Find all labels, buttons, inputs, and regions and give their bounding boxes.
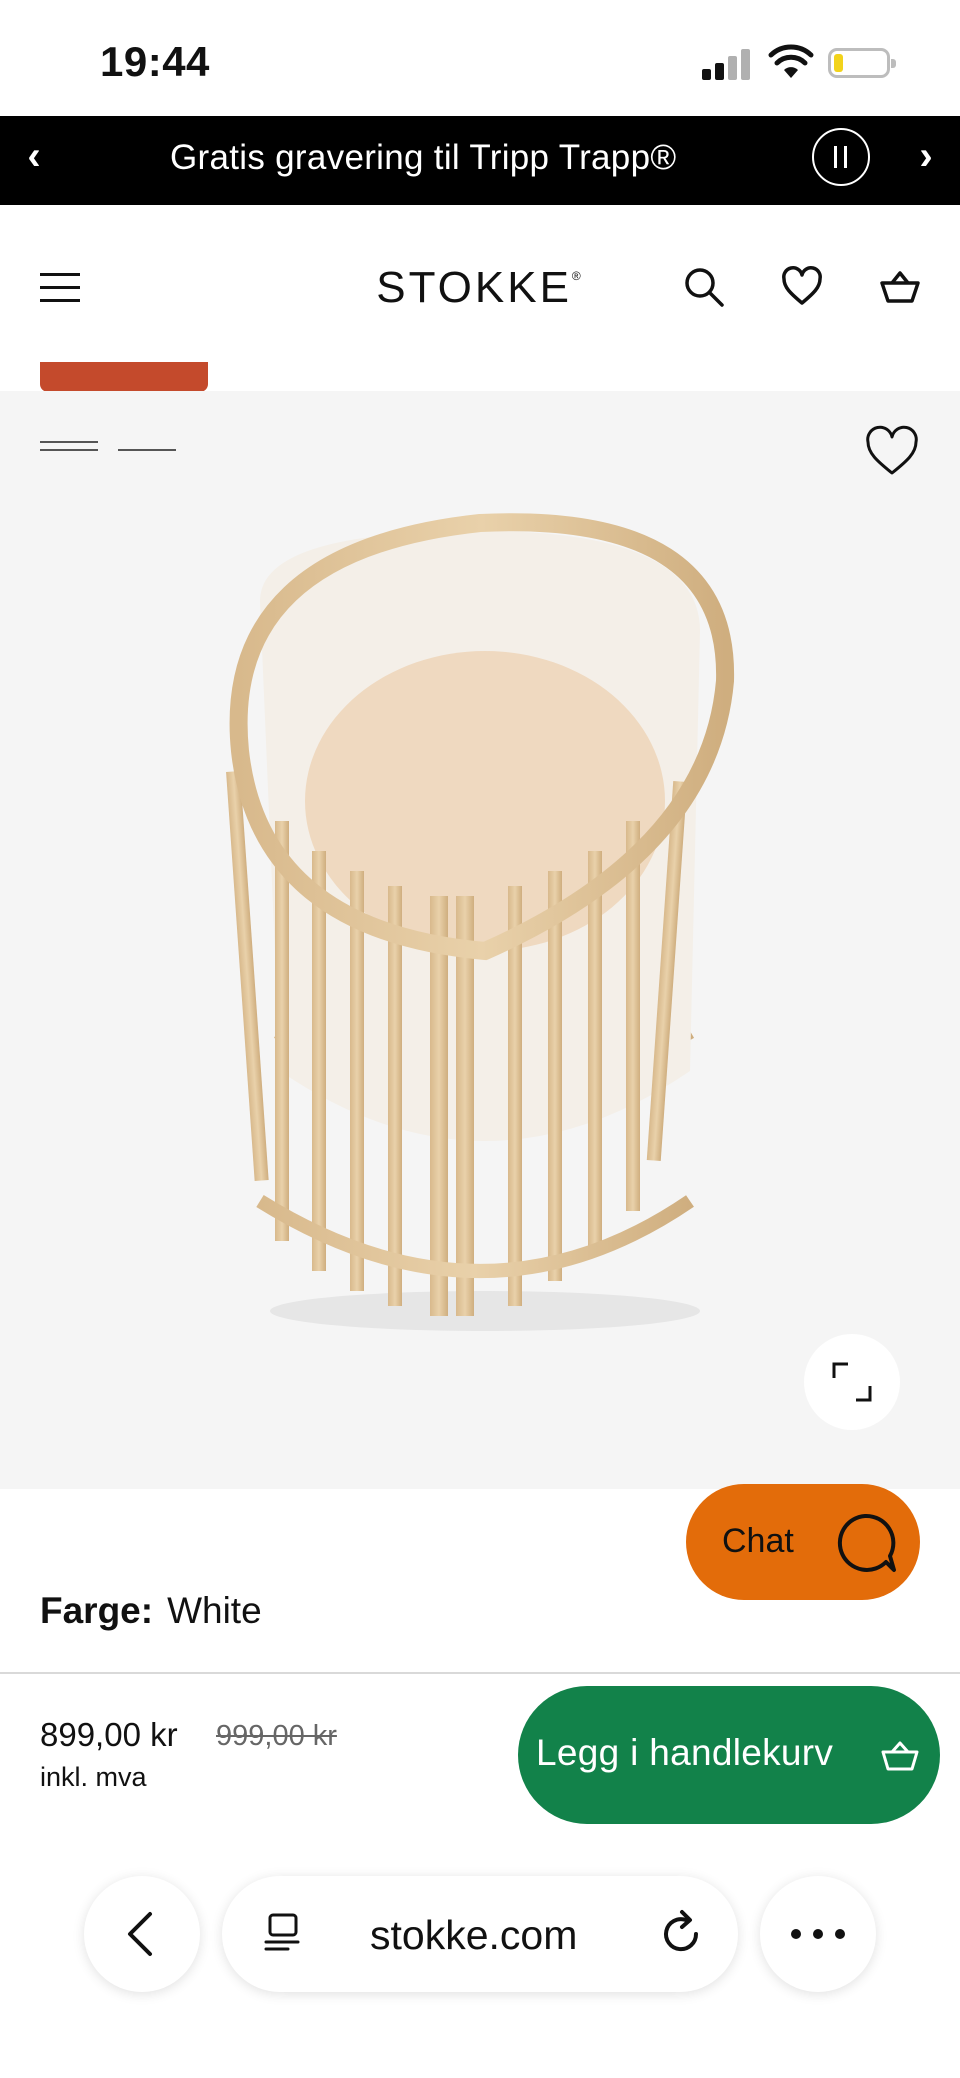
color-value: White [167, 1590, 262, 1631]
chat-label: Chat [722, 1522, 794, 1560]
color-label: Farge: [40, 1590, 154, 1631]
gallery-indicator-active[interactable] [40, 441, 98, 443]
gallery-indicator[interactable] [118, 449, 176, 451]
gallery-indicator-line [40, 449, 98, 451]
add-to-cart-label: Legg i handlekurv [536, 1732, 834, 1773]
wishlist-heart-icon[interactable] [780, 265, 824, 309]
vat-note: inkl. mva [40, 1762, 147, 1792]
browser-more-button[interactable] [760, 1876, 876, 1992]
browser-back-button[interactable] [84, 1876, 200, 1992]
reload-icon[interactable] [656, 1908, 706, 1958]
divider [0, 1672, 960, 1674]
current-price: 899,00 kr [40, 1716, 178, 1753]
status-bar: 19:44 [0, 0, 960, 116]
add-to-cart-button[interactable]: Legg i handlekurv [518, 1686, 940, 1824]
address-bar[interactable]: stokke.com [222, 1876, 738, 1992]
chat-button[interactable]: Chat [686, 1484, 920, 1600]
chevron-left-icon [128, 1912, 152, 1956]
wifi-icon [768, 44, 814, 78]
reader-mode-icon[interactable] [262, 1912, 302, 1956]
product-tag-strip [40, 362, 208, 392]
status-time: 19:44 [100, 38, 210, 85]
search-icon[interactable] [682, 265, 726, 309]
url-text: stokke.com [370, 1912, 578, 1958]
color-selection: Farge: White [40, 1590, 262, 1632]
more-dots-icon [791, 1929, 845, 1939]
zoom-image-button[interactable] [804, 1334, 900, 1430]
basket-icon [881, 1741, 919, 1771]
product-gallery[interactable] [0, 391, 960, 1489]
cellular-signal-icon [702, 48, 752, 80]
battery-icon [828, 48, 896, 78]
promo-text[interactable]: Gratis gravering til Tripp Trapp® [170, 138, 676, 178]
basket-icon[interactable] [878, 265, 922, 309]
original-price: 999,00 kr [216, 1720, 337, 1752]
promo-pause-icon[interactable] [812, 128, 870, 186]
promo-next-button[interactable]: › [906, 134, 946, 179]
chat-bubble-icon [837, 1513, 896, 1572]
promo-prev-button[interactable]: ‹ [14, 134, 54, 179]
favorite-heart-icon[interactable] [864, 425, 920, 477]
browser-toolbar: stokke.com [0, 1840, 960, 2078]
crib-product-image [226, 513, 735, 1331]
expand-icon [832, 1362, 872, 1402]
